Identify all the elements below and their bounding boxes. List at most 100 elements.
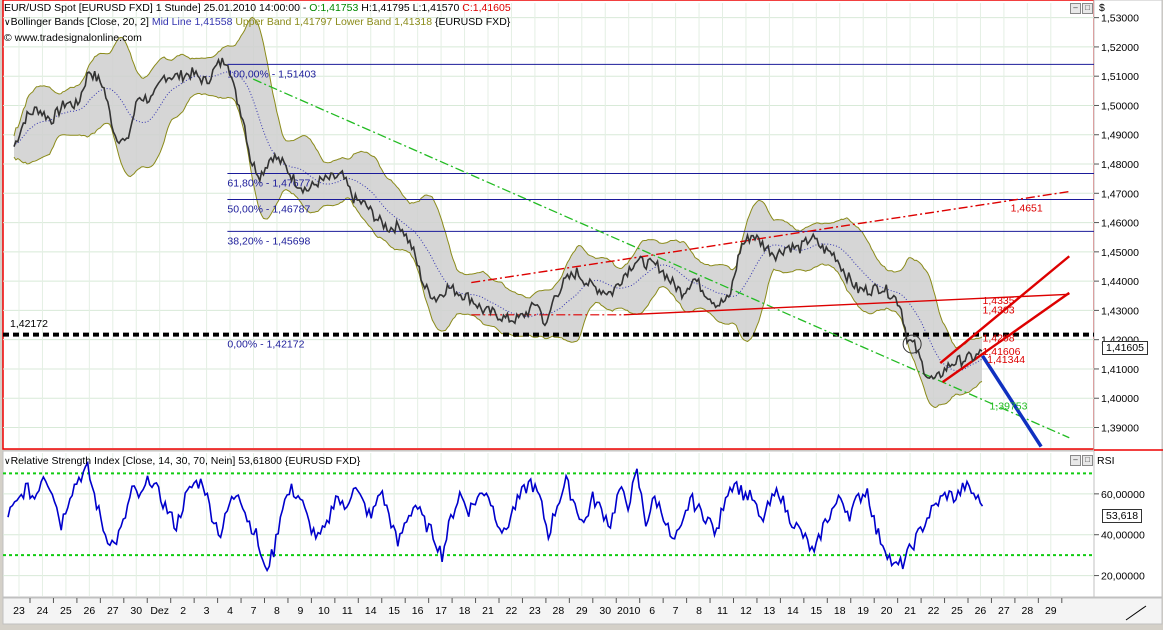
x-tick-label: 18	[834, 605, 846, 617]
price-header: EUR/USD Spot [EURUSD FXD] 1 Stunde] 25.0…	[4, 2, 511, 14]
x-tick-label: 12	[740, 605, 752, 617]
fibonacci-label: 100,00% - 1,51403	[227, 68, 316, 80]
copyright-icon: ©	[4, 32, 12, 44]
x-tick-label: 24	[37, 605, 49, 617]
bb-lower: Lower Band 1,41318	[335, 16, 433, 28]
minimize-icon[interactable]: –	[1070, 3, 1081, 14]
x-tick-label: 18	[459, 605, 471, 617]
rsi-header-text: Relative Strength Index [Close, 14, 30, …	[10, 455, 361, 467]
x-tick-label: 25	[60, 605, 72, 617]
fibonacci-label: 38,20% - 1,45698	[227, 235, 310, 247]
price-y-tick-label: 1,47000	[1101, 188, 1139, 200]
y-axis-panel	[1093, 0, 1163, 598]
x-tick-label: 30	[599, 605, 611, 617]
price-y-tick-label: 1,53000	[1101, 13, 1139, 25]
chart-window: 100,00% - 1,51403 61,80% - 1,47677 50,00% …	[0, 0, 1163, 625]
price-y-tick-label: 1,41000	[1101, 364, 1139, 376]
x-tick-label: 7	[673, 605, 679, 617]
price-annotation: 1,4303	[982, 305, 1014, 317]
currency-label: $	[1099, 2, 1105, 14]
price-annotation: 1,41344	[987, 354, 1025, 366]
x-tick-label: 23	[13, 605, 25, 617]
x-tick-label: 29	[576, 605, 588, 617]
rsi-y-tick-label: 20,00000	[1101, 571, 1145, 583]
x-tick-label: 14	[365, 605, 377, 617]
last-price-box: 1,41605	[1102, 341, 1148, 355]
price-y-tick-label: 1,44000	[1101, 276, 1139, 288]
x-tick-label: 28	[1022, 605, 1034, 617]
collapse-icon[interactable]: ∨	[4, 17, 11, 27]
x-tick-label: 8	[274, 605, 280, 617]
x-tick-label: 23	[529, 605, 541, 617]
rsi-minimize-icon[interactable]: –	[1070, 455, 1081, 466]
bollinger-header: ∨Bollinger Bands [Close, 20, 2] Mid Line…	[4, 16, 510, 28]
x-tick-label: 26	[84, 605, 96, 617]
x-tick-label: 2	[180, 605, 186, 617]
bb-prefix: Bollinger Bands [Close, 20, 2]	[10, 16, 152, 28]
x-tick-label: 21	[904, 605, 916, 617]
price-header-title: EUR/USD Spot [EURUSD FXD] 1 Stunde] 25.0…	[4, 2, 310, 14]
price-y-tick-label: 1,39000	[1101, 423, 1139, 435]
price-annotation: 1,4208	[982, 332, 1014, 344]
x-tick-label: 27	[107, 605, 119, 617]
rsi-axis-title: RSI	[1097, 455, 1115, 467]
website-label: © www.tradesignalonline.com	[4, 32, 142, 44]
rsi-header: ∨Relative Strength Index [Close, 14, 30,…	[4, 455, 360, 467]
price-y-tick-label: 1,49000	[1101, 130, 1139, 142]
price-y-tick-label: 1,43000	[1101, 305, 1139, 317]
x-tick-label: 15	[810, 605, 822, 617]
x-tick-label: 16	[412, 605, 424, 617]
x-tick-label: 21	[482, 605, 494, 617]
open-value: 1,41753	[320, 2, 359, 14]
x-tick-label: Dez	[150, 605, 169, 617]
last-rsi-box: 53,618	[1102, 509, 1143, 523]
high-low-values: H:1,41795 L:1,41570	[358, 2, 463, 14]
x-tick-label: 25	[951, 605, 963, 617]
x-tick-label: 13	[764, 605, 776, 617]
price-y-tick-label: 1,46000	[1101, 218, 1139, 230]
x-tick-label: 10	[318, 605, 330, 617]
x-tick-label: 4	[227, 605, 233, 617]
price-y-tick-label: 1,48000	[1101, 159, 1139, 171]
close-label: C:	[462, 2, 473, 14]
price-y-tick-label: 1,40000	[1101, 393, 1139, 405]
bb-mid: Mid Line 1,41558	[151, 16, 233, 28]
x-tick-label: 17	[435, 605, 447, 617]
rsi-maximize-icon[interactable]: □	[1082, 455, 1093, 466]
bb-suffix: {EURUSD FXD}	[432, 16, 511, 28]
x-tick-label: 22	[928, 605, 940, 617]
x-tick-label: 14	[787, 605, 799, 617]
x-tick-label: 11	[342, 605, 353, 617]
x-tick-label: 20	[881, 605, 893, 617]
maximize-icon[interactable]: □	[1082, 3, 1093, 14]
x-tick-label: 6	[649, 605, 655, 617]
x-tick-label: 29	[1045, 605, 1057, 617]
x-tick-label: 19	[857, 605, 869, 617]
x-tick-label: 27	[998, 605, 1010, 617]
price-y-tick-label: 1,52000	[1101, 42, 1139, 54]
x-tick-label: 15	[388, 605, 400, 617]
x-tick-label: 9	[297, 605, 303, 617]
chart-svg: 100,00% - 1,5140361,80% - 1,4767750,00% …	[2, 0, 1163, 625]
x-tick-label: 26	[975, 605, 987, 617]
price-y-tick-label: 1,50000	[1101, 100, 1139, 112]
rsi-y-tick-label: 40,00000	[1101, 530, 1145, 542]
x-tick-label: 3	[204, 605, 210, 617]
x-tick-label: 30	[130, 605, 142, 617]
price-y-tick-label: 1,45000	[1101, 247, 1139, 259]
x-tick-label: 22	[506, 605, 518, 617]
rsi-collapse-icon[interactable]: ∨	[4, 456, 11, 466]
x-tick-label: 28	[553, 605, 565, 617]
x-tick-label: 8	[696, 605, 702, 617]
x-tick-label: 11	[717, 605, 728, 617]
rsi-y-tick-label: 60,00000	[1101, 489, 1145, 501]
price-annotation: 1,39753	[990, 400, 1028, 412]
x-tick-label: 7	[251, 605, 257, 617]
fibonacci-label: 50,00% - 1,46787	[227, 204, 310, 216]
price-annotation: 1,4651	[1011, 203, 1043, 215]
level-label: 1,42172	[10, 318, 48, 330]
website-text: www.tradesignalonline.com	[14, 32, 142, 44]
fibonacci-label: 0,00% - 1,42172	[227, 339, 304, 351]
open-label: O:	[309, 2, 321, 14]
x-tick-label: 2010	[617, 605, 641, 617]
